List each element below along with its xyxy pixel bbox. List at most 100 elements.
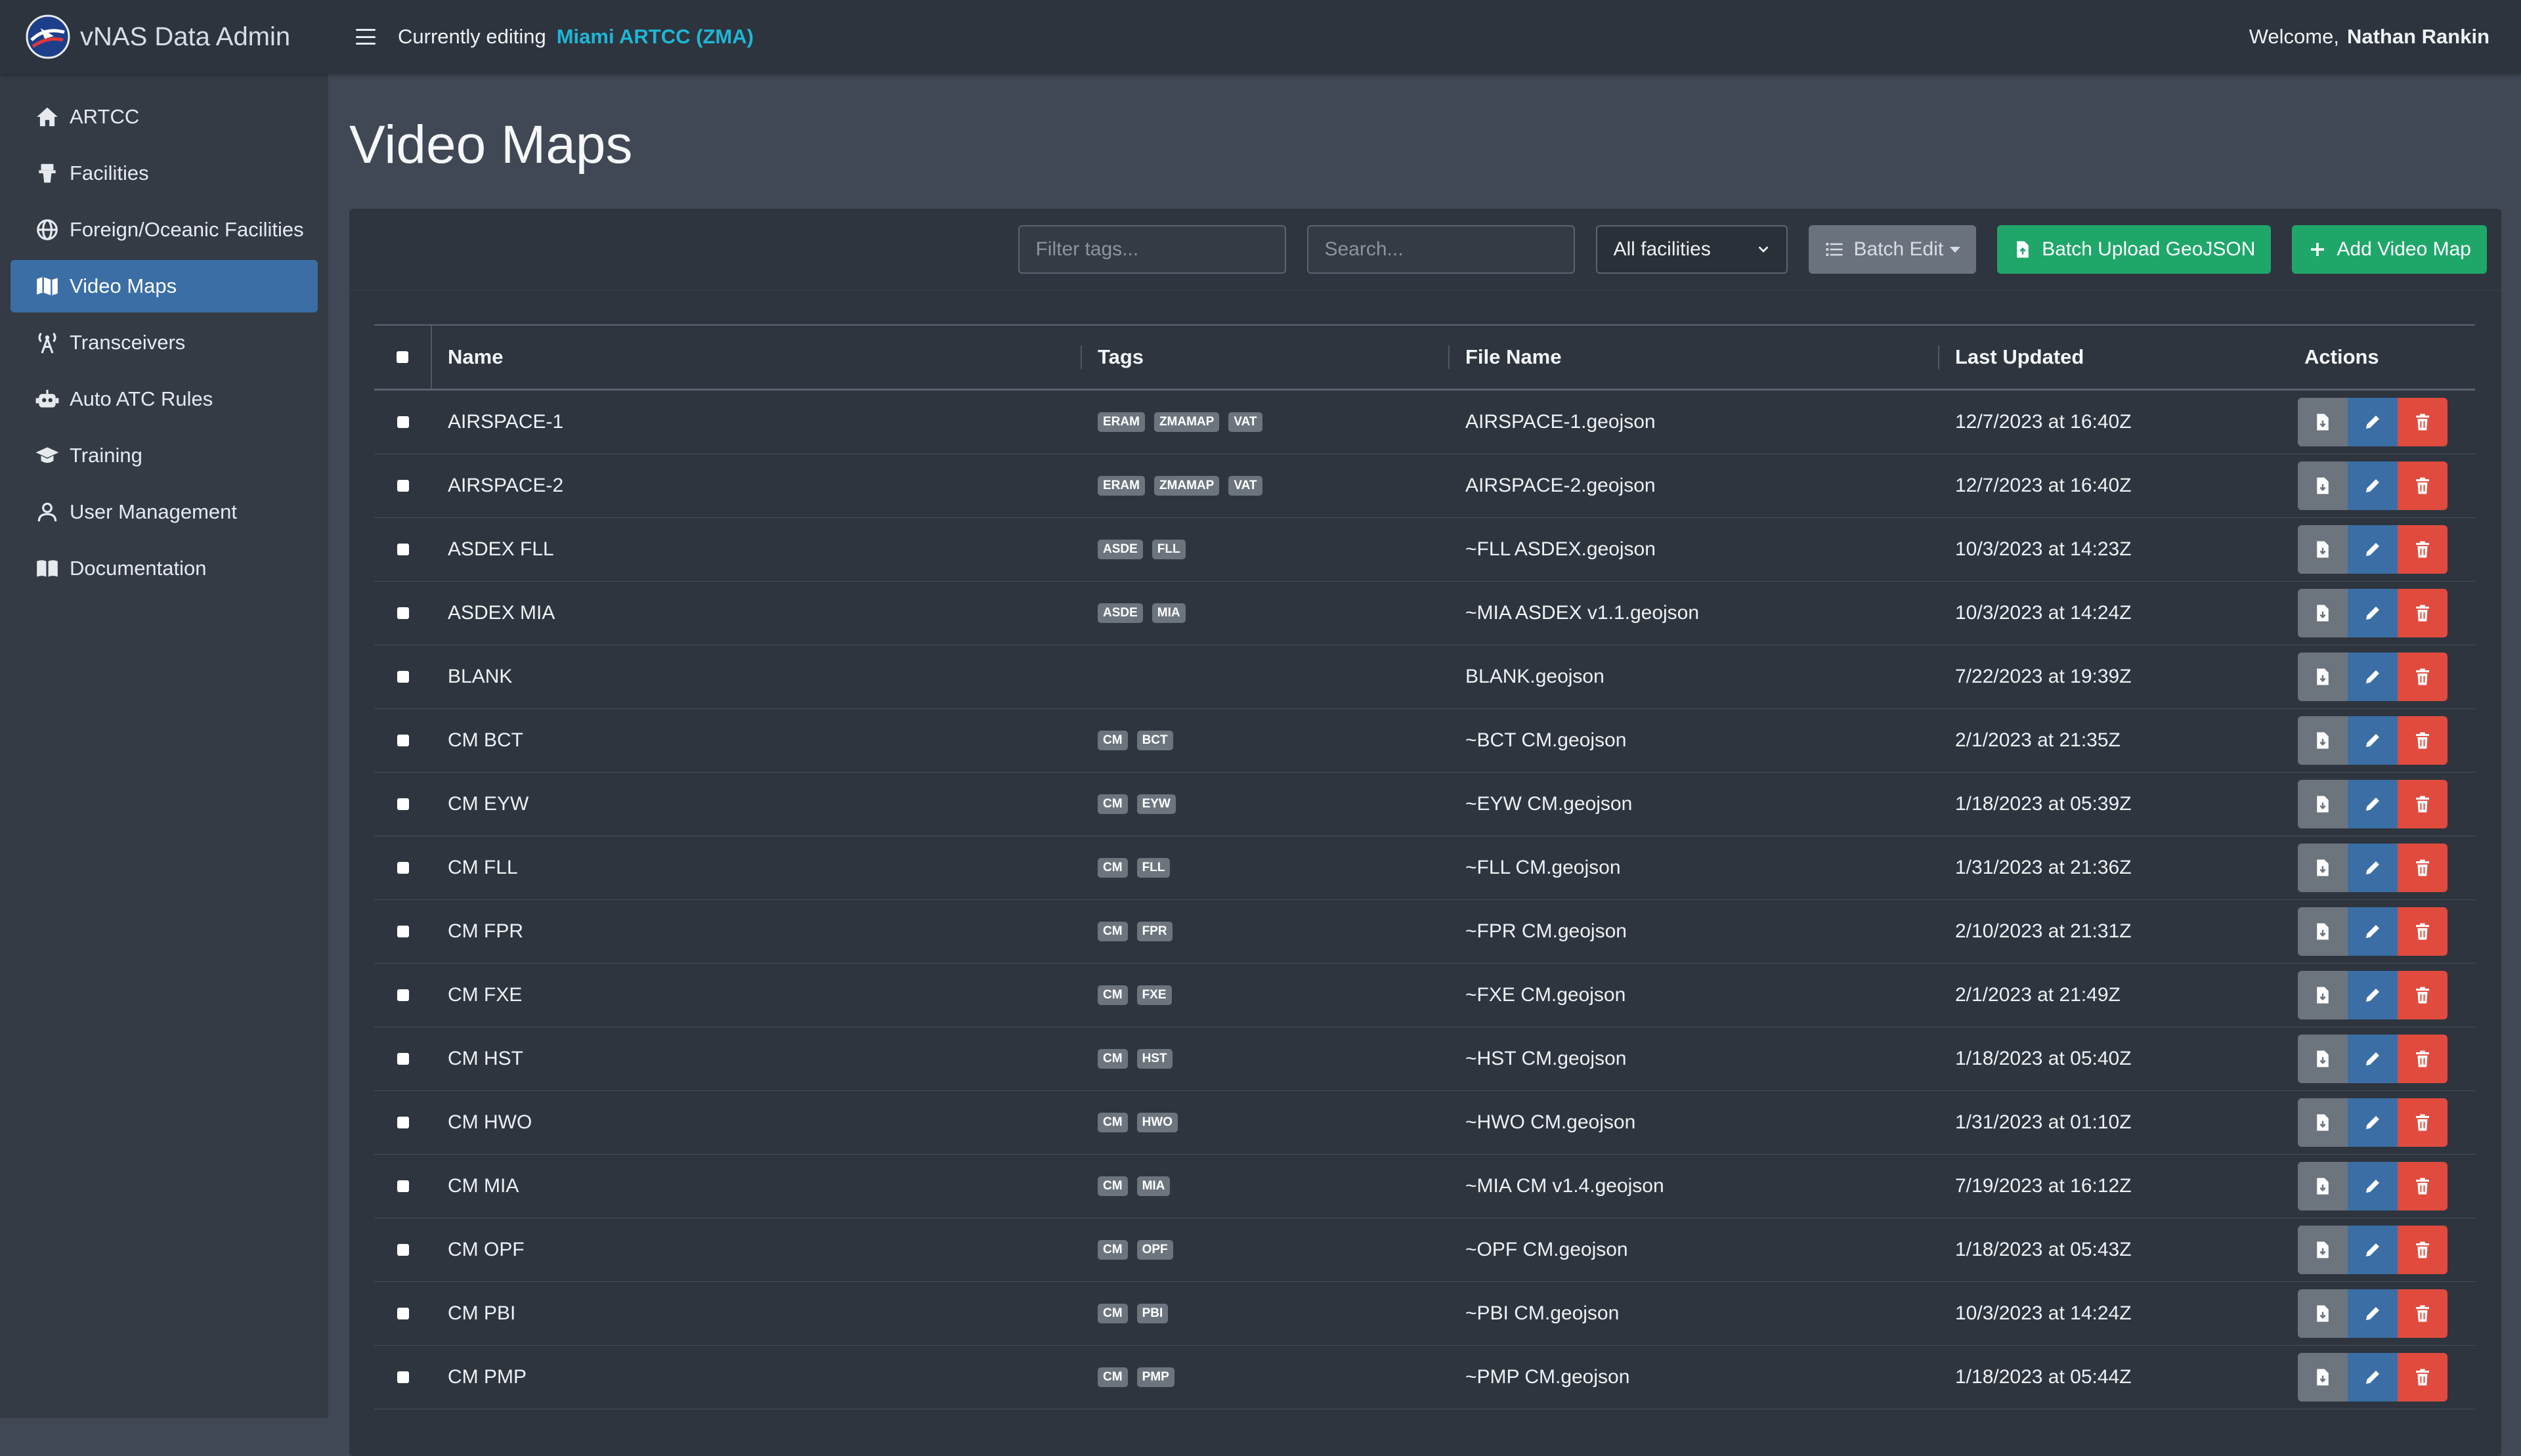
delete-button[interactable] (2398, 653, 2447, 701)
tag-badge[interactable]: ERAM (1098, 476, 1145, 496)
download-button[interactable] (2298, 1162, 2348, 1210)
column-header-file-name[interactable]: File Name (1450, 345, 1939, 369)
brand[interactable]: vNAS Data Admin (0, 14, 328, 60)
row-checkbox[interactable] (374, 1027, 432, 1090)
edit-button[interactable] (2348, 1162, 2398, 1210)
row-checkbox[interactable] (374, 645, 432, 708)
delete-button[interactable] (2398, 1162, 2447, 1210)
row-checkbox[interactable] (374, 454, 432, 517)
row-checkbox[interactable] (374, 709, 432, 772)
sidebar-item-auto-atc-rules[interactable]: Auto ATC Rules (11, 373, 318, 425)
download-button[interactable] (2298, 1353, 2348, 1402)
edit-button[interactable] (2348, 461, 2398, 510)
row-checkbox[interactable] (374, 1091, 432, 1154)
edit-button[interactable] (2348, 971, 2398, 1019)
delete-button[interactable] (2398, 398, 2447, 446)
sidebar-item-facilities[interactable]: Facilities (11, 147, 318, 200)
delete-button[interactable] (2398, 1289, 2447, 1338)
delete-button[interactable] (2398, 589, 2447, 637)
tag-badge[interactable]: CM (1098, 1176, 1128, 1196)
tag-badge[interactable]: ASDE (1098, 540, 1143, 559)
row-checkbox[interactable] (374, 773, 432, 836)
tag-badge[interactable]: MIA (1152, 603, 1186, 623)
tag-badge[interactable]: ZMAMAP (1153, 412, 1220, 432)
edit-button[interactable] (2348, 907, 2398, 956)
tag-badge[interactable]: VAT (1228, 412, 1262, 432)
delete-button[interactable] (2398, 1098, 2447, 1147)
download-button[interactable] (2298, 1289, 2348, 1338)
add-video-map-button[interactable]: Add Video Map (2292, 225, 2487, 274)
sidebar-item-video-maps[interactable]: Video Maps (11, 260, 318, 312)
tag-badge[interactable]: CM (1098, 985, 1128, 1005)
tag-badge[interactable]: HST (1136, 1049, 1173, 1069)
column-header-name[interactable]: Name (432, 345, 1082, 369)
batch-upload-geojson-button[interactable]: Batch Upload GeoJSON (1997, 225, 2272, 274)
delete-button[interactable] (2398, 844, 2447, 892)
tag-badge[interactable]: FPR (1136, 922, 1173, 941)
sidebar-item-artcc[interactable]: ARTCC (11, 91, 318, 143)
tag-badge[interactable]: PBI (1136, 1304, 1169, 1323)
tag-badge[interactable]: ASDE (1098, 603, 1143, 623)
sidebar-item-user-management[interactable]: User Management (11, 486, 318, 538)
tag-badge[interactable]: CM (1098, 794, 1128, 814)
row-checkbox[interactable] (374, 964, 432, 1027)
row-checkbox[interactable] (374, 1218, 432, 1281)
tag-badge[interactable]: FLL (1136, 858, 1171, 878)
tag-badge[interactable]: VAT (1228, 476, 1262, 496)
sidebar-item-foreign-oceanic[interactable]: Foreign/Oceanic Facilities (11, 203, 318, 256)
tag-badge[interactable]: CM (1098, 1049, 1128, 1069)
tag-badge[interactable]: CM (1098, 731, 1128, 750)
sidebar-item-documentation[interactable]: Documentation (11, 542, 318, 595)
edit-button[interactable] (2348, 525, 2398, 574)
download-button[interactable] (2298, 1035, 2348, 1083)
delete-button[interactable] (2398, 1035, 2447, 1083)
download-button[interactable] (2298, 461, 2348, 510)
delete-button[interactable] (2398, 716, 2447, 765)
download-button[interactable] (2298, 1098, 2348, 1147)
row-checkbox[interactable] (374, 900, 432, 963)
delete-button[interactable] (2398, 1226, 2447, 1274)
row-checkbox[interactable] (374, 836, 432, 899)
tag-badge[interactable]: CM (1098, 922, 1128, 941)
edit-button[interactable] (2348, 780, 2398, 828)
tag-badge[interactable]: PMP (1136, 1367, 1174, 1387)
search-input[interactable] (1307, 225, 1576, 274)
delete-button[interactable] (2398, 971, 2447, 1019)
row-checkbox[interactable] (374, 582, 432, 645)
tag-badge[interactable]: FXE (1136, 985, 1172, 1005)
delete-button[interactable] (2398, 461, 2447, 510)
tag-badge[interactable]: HWO (1136, 1113, 1178, 1132)
edit-button[interactable] (2348, 1353, 2398, 1402)
edit-button[interactable] (2348, 716, 2398, 765)
edit-button[interactable] (2348, 1226, 2398, 1274)
tag-badge[interactable]: CM (1098, 1240, 1128, 1260)
tag-badge[interactable]: EYW (1136, 794, 1176, 814)
delete-button[interactable] (2398, 1353, 2447, 1402)
tag-badge[interactable]: ERAM (1098, 412, 1145, 432)
tag-badge[interactable]: CM (1098, 858, 1128, 878)
tag-badge[interactable]: CM (1098, 1113, 1128, 1132)
tag-badge[interactable]: CM (1098, 1304, 1128, 1323)
download-button[interactable] (2298, 398, 2348, 446)
delete-button[interactable] (2398, 780, 2447, 828)
download-button[interactable] (2298, 716, 2348, 765)
edit-button[interactable] (2348, 1098, 2398, 1147)
tag-badge[interactable]: BCT (1136, 731, 1173, 750)
delete-button[interactable] (2398, 907, 2447, 956)
edit-button[interactable] (2348, 653, 2398, 701)
tag-badge[interactable]: CM (1098, 1367, 1128, 1387)
edit-button[interactable] (2348, 1035, 2398, 1083)
editing-facility-link[interactable]: Miami ARTCC (ZMA) (557, 25, 754, 49)
edit-button[interactable] (2348, 398, 2398, 446)
select-all-checkbox[interactable] (374, 326, 432, 389)
row-checkbox[interactable] (374, 518, 432, 581)
tag-badge[interactable]: FLL (1152, 540, 1186, 559)
download-button[interactable] (2298, 780, 2348, 828)
edit-button[interactable] (2348, 589, 2398, 637)
download-button[interactable] (2298, 971, 2348, 1019)
menu-toggle-icon[interactable] (356, 29, 376, 45)
download-button[interactable] (2298, 1226, 2348, 1274)
filter-tags-input[interactable] (1018, 225, 1287, 274)
download-button[interactable] (2298, 653, 2348, 701)
batch-edit-button[interactable]: Batch Edit (1809, 225, 1977, 274)
